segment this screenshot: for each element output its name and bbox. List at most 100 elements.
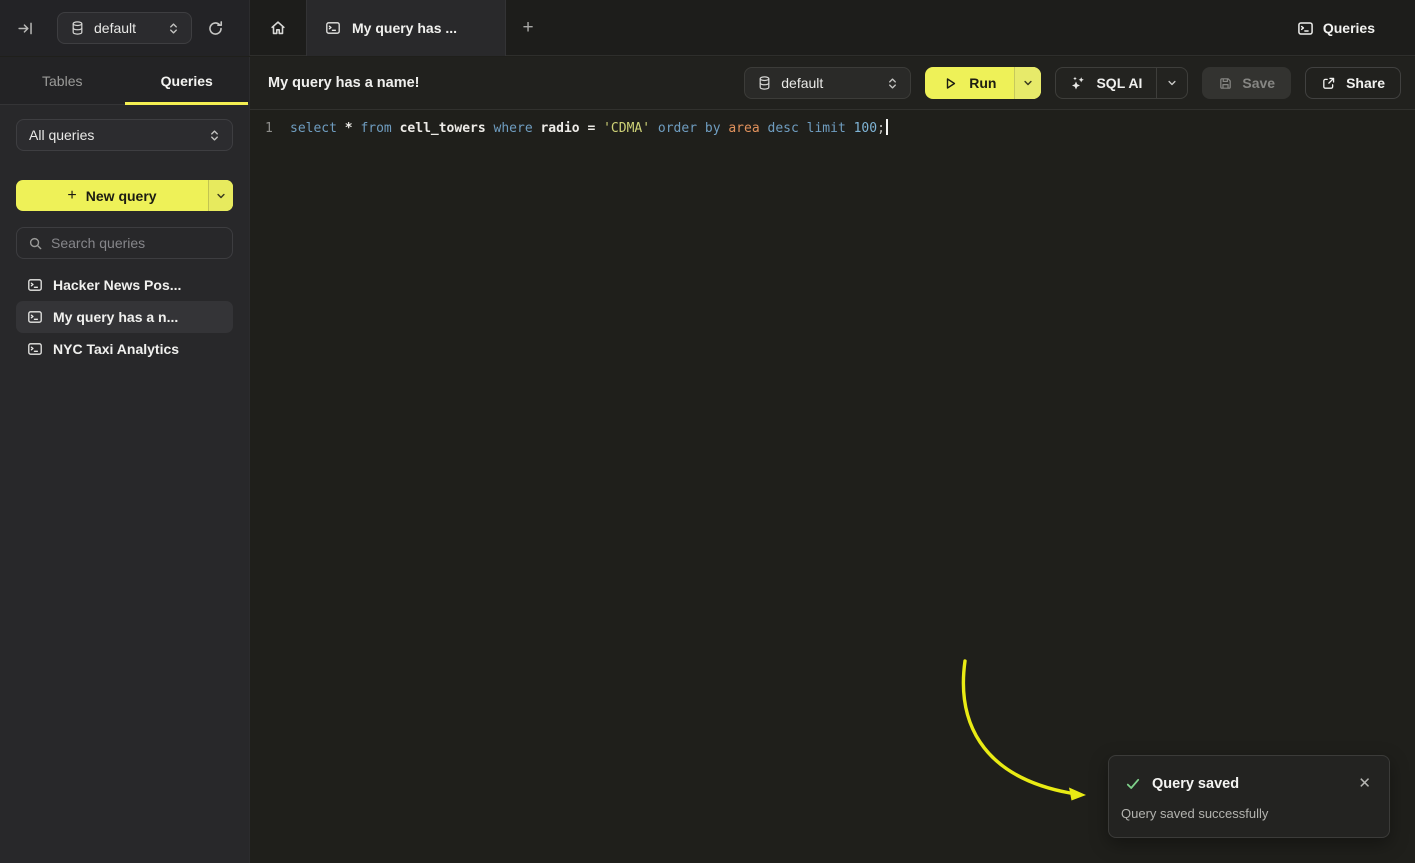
toast-title: Query saved: [1152, 776, 1341, 792]
sql-token: by: [705, 121, 728, 136]
sql-token: 100: [854, 121, 877, 136]
refresh-button[interactable]: [200, 13, 230, 43]
query-title: My query has a name!: [268, 75, 420, 91]
query-filter-value: All queries: [29, 127, 200, 143]
search-queries-box: [16, 227, 233, 259]
save-button[interactable]: Save: [1202, 67, 1291, 99]
queries-indicator-label: Queries: [1323, 20, 1375, 36]
new-query-label: New query: [86, 188, 157, 204]
text-cursor: [886, 119, 888, 135]
sql-token: limit: [807, 121, 854, 136]
refresh-icon: [207, 20, 224, 37]
database-icon: [757, 75, 772, 91]
updown-chevrons-icon: [887, 76, 898, 91]
sql-ai-button[interactable]: SQL AI: [1056, 68, 1156, 98]
run-database-select[interactable]: default: [744, 67, 911, 99]
sparkles-icon: [1070, 75, 1086, 91]
sql-token: 'CDMA': [603, 121, 658, 136]
save-button-label: Save: [1242, 75, 1275, 91]
sql-token: from: [360, 121, 399, 136]
share-icon: [1321, 76, 1336, 91]
search-icon: [28, 236, 43, 251]
query-list-item-selected[interactable]: My query has a n...: [16, 301, 233, 333]
sidebar-tab-tables-label: Tables: [42, 73, 82, 89]
sidebar-tab-queries[interactable]: Queries: [125, 57, 250, 104]
query-item-label: NYC Taxi Analytics: [53, 341, 179, 357]
save-icon: [1218, 76, 1233, 91]
sql-token: order: [658, 121, 705, 136]
sql-token: desc: [768, 121, 807, 136]
run-database-value: default: [781, 75, 878, 91]
sidebar-tabs: Tables Queries: [0, 57, 249, 105]
terminal-icon: [1297, 20, 1314, 37]
sql-token: ;: [877, 121, 885, 136]
toast-close-button[interactable]: ✕: [1352, 774, 1377, 793]
line-number: 1: [250, 119, 290, 139]
sql-token: where: [494, 121, 541, 136]
terminal-icon: [325, 20, 341, 36]
queries-indicator[interactable]: Queries: [1297, 0, 1415, 56]
check-icon: [1125, 776, 1141, 792]
toast-message: Query saved successfully: [1121, 806, 1377, 821]
sql-token: select: [290, 121, 345, 136]
run-button[interactable]: Run: [925, 67, 1014, 99]
play-icon: [943, 76, 958, 91]
search-queries-input[interactable]: [51, 235, 232, 251]
topbar-database-select[interactable]: default: [57, 12, 192, 44]
terminal-icon: [27, 309, 43, 325]
sql-console-window: default: [0, 0, 1415, 863]
sql-token: area: [728, 121, 767, 136]
terminal-icon: [27, 341, 43, 357]
share-button-label: Share: [1346, 75, 1385, 91]
query-filter-select[interactable]: All queries: [16, 119, 233, 151]
topbar-tabs-section: My query has ... + Queries: [250, 0, 1415, 56]
topbar-left-section: default: [0, 0, 250, 56]
sidebar: Tables Queries All queries + New query: [0, 57, 250, 863]
query-item-label: My query has a n...: [53, 309, 178, 325]
run-split-button: Run: [925, 67, 1041, 99]
sql-token: radio: [540, 121, 587, 136]
code-line: 1 select * from cell_towers where radio …: [250, 111, 1415, 139]
new-query-split-button: + New query: [16, 180, 233, 211]
database-icon: [70, 20, 85, 36]
sql-statement: select * from cell_towers where radio = …: [290, 119, 888, 139]
query-list-item[interactable]: Hacker News Pos...: [16, 269, 233, 301]
topbar: default: [0, 0, 1415, 56]
tab-my-query[interactable]: My query has ...: [306, 0, 506, 56]
updown-chevrons-icon: [209, 128, 220, 143]
new-query-dropdown-button[interactable]: [208, 180, 233, 211]
toast-query-saved: Query saved ✕ Query saved successfully: [1108, 755, 1390, 838]
query-header: My query has a name! default: [250, 57, 1415, 110]
sql-token: cell_towers: [400, 121, 494, 136]
sql-token: =: [587, 121, 603, 136]
new-tab-button[interactable]: +: [506, 0, 550, 56]
chevron-down-icon: [216, 191, 226, 201]
sidebar-tab-queries-label: Queries: [161, 73, 213, 89]
sql-editor[interactable]: 1 select * from cell_towers where radio …: [250, 111, 1415, 863]
sql-token: *: [345, 121, 361, 136]
saved-query-list: Hacker News Pos... My query has a n...: [16, 269, 232, 365]
chevron-down-icon: [1167, 78, 1177, 88]
collapse-sidebar-button[interactable]: [10, 13, 40, 43]
terminal-icon: [27, 277, 43, 293]
sql-ai-label: SQL AI: [1096, 75, 1142, 91]
sql-ai-split-button: SQL AI: [1055, 67, 1188, 99]
sql-ai-options-button[interactable]: [1156, 68, 1187, 98]
home-button[interactable]: [263, 13, 293, 43]
home-icon: [269, 19, 287, 37]
chevron-down-icon: [1023, 78, 1033, 88]
new-query-button[interactable]: + New query: [16, 180, 208, 211]
share-button[interactable]: Share: [1305, 67, 1401, 99]
run-options-button[interactable]: [1014, 67, 1041, 99]
query-item-label: Hacker News Pos...: [53, 277, 181, 293]
topbar-database-value: default: [94, 20, 159, 36]
header-actions: default Run: [744, 67, 1401, 99]
tab-label: My query has ...: [352, 20, 457, 36]
sidebar-tab-tables[interactable]: Tables: [0, 57, 125, 104]
run-button-label: Run: [969, 75, 996, 91]
collapse-sidebar-icon: [17, 20, 34, 37]
plus-icon: +: [67, 187, 76, 205]
updown-chevrons-icon: [168, 21, 179, 36]
sidebar-body: All queries + New query: [0, 105, 249, 365]
query-list-item[interactable]: NYC Taxi Analytics: [16, 333, 233, 365]
